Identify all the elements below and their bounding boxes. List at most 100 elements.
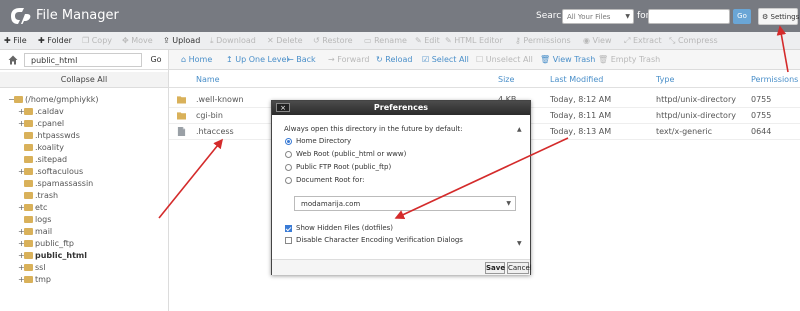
settings-label: Settings xyxy=(770,13,800,21)
close-icon[interactable]: × xyxy=(276,103,290,112)
column-header-size[interactable]: Size xyxy=(498,75,514,84)
reload-button[interactable]: ↻ Reload xyxy=(376,55,412,64)
extract-button[interactable]: ⤢ Extract xyxy=(624,36,662,46)
default-directory-intro: Always open this directory in the future… xyxy=(284,125,463,133)
select-all-button[interactable]: ☑ Select All xyxy=(422,55,469,64)
restore-button[interactable]: ↺ Restore xyxy=(313,36,353,45)
pencil-icon: ✎ xyxy=(445,36,455,45)
domain-select[interactable]: modamarija.com ▼ xyxy=(294,196,516,211)
tree-item-tmp[interactable]: + tmp xyxy=(18,275,51,287)
tree-item-softaculous[interactable]: + .softaculous xyxy=(18,167,83,179)
radio-web-root[interactable] xyxy=(285,151,292,158)
up-one-level-button[interactable]: ↥ Up One Level xyxy=(226,55,289,64)
new-file-button[interactable]: ✚ File xyxy=(4,36,27,45)
column-header-type[interactable]: Type xyxy=(656,75,674,84)
chevron-down-icon: ▼ xyxy=(506,200,511,207)
tree-item-ssl[interactable]: + ssl xyxy=(18,263,46,275)
folder-icon xyxy=(24,180,33,187)
cpanel-logo-icon[interactable] xyxy=(8,5,32,27)
compress-button[interactable]: ⤡ Compress xyxy=(669,36,718,46)
collapse-all-button[interactable]: Collapse All xyxy=(0,72,168,88)
column-header-permissions[interactable]: Permissions xyxy=(751,75,798,84)
radio-label: Web Root (public_html or www) xyxy=(296,150,407,158)
view-trash-button[interactable]: 🗑 View Trash xyxy=(540,55,595,64)
file-modified: Today, 8:12 AM xyxy=(550,95,612,104)
file-modified: Today, 8:13 AM xyxy=(550,127,612,136)
search-scope-select[interactable]: All Your Files ▼ xyxy=(562,9,634,24)
rename-icon: ▭ xyxy=(364,36,375,45)
folder-icon xyxy=(24,216,33,223)
radio-public-ftp-root[interactable] xyxy=(285,164,292,171)
tree-item-home[interactable]: − (/home/gmphiykk) xyxy=(8,95,99,107)
folder-icon xyxy=(177,112,186,120)
search-go-button[interactable]: Go xyxy=(733,9,751,24)
radio-document-root[interactable] xyxy=(285,177,292,184)
tree-item-etc[interactable]: + etc xyxy=(18,203,47,215)
edit-button[interactable]: ✎ Edit xyxy=(415,36,440,45)
tree-item-koality[interactable]: .koality xyxy=(18,143,64,155)
home-icon: ⌂ xyxy=(181,55,189,64)
tree-item-public-html[interactable]: + public_html xyxy=(18,251,87,263)
folder-icon xyxy=(177,96,186,104)
disable-encoding-verification-checkbox[interactable] xyxy=(285,237,292,244)
download-button[interactable]: ⤓ Download xyxy=(210,36,256,46)
folder-icon xyxy=(24,192,33,199)
dialog-footer: Save Cancel xyxy=(272,259,532,275)
main-toolbar: ✚ File ✚ Folder ❐ Copy ✥ Move ⇪ Upload ⤓… xyxy=(0,32,800,50)
new-folder-button[interactable]: ✚ Folder xyxy=(38,36,72,45)
folder-icon xyxy=(14,96,23,103)
scroll-down-icon[interactable]: ▼ xyxy=(517,240,522,247)
table-header: Name Size Last Modified Type Permissions xyxy=(169,72,800,88)
back-button[interactable]: ← Back xyxy=(287,55,316,64)
file-modified: Today, 8:11 AM xyxy=(550,111,612,120)
column-header-last-modified[interactable]: Last Modified xyxy=(550,75,603,84)
tree-item-trash[interactable]: .trash xyxy=(18,191,58,203)
tree-item-sitepad[interactable]: .sitepad xyxy=(18,155,67,167)
rename-button[interactable]: ▭ Rename xyxy=(364,36,407,45)
file-name: cgi-bin xyxy=(196,111,223,120)
show-hidden-files-checkbox[interactable] xyxy=(285,225,292,232)
checkbox-empty-icon: ☐ xyxy=(476,55,486,64)
tree-item-logs[interactable]: logs xyxy=(18,215,51,227)
column-header-name[interactable]: Name xyxy=(196,75,220,84)
tree-item-htpasswds[interactable]: .htpasswds xyxy=(18,131,80,143)
delete-button[interactable]: ✕ Delete xyxy=(267,36,303,45)
dialog-title: Preferences xyxy=(272,101,530,115)
tree-item-cpanel[interactable]: + .cpanel xyxy=(18,119,64,131)
scroll-up-icon[interactable]: ▲ xyxy=(517,126,522,133)
restore-icon: ↺ xyxy=(313,36,323,45)
radio-home-directory[interactable] xyxy=(285,138,292,145)
sidebar-divider[interactable] xyxy=(168,50,169,311)
path-go-button[interactable]: Go xyxy=(146,53,166,67)
save-button[interactable]: Save xyxy=(485,262,505,274)
tree-item-mail[interactable]: + mail xyxy=(18,227,52,239)
move-button[interactable]: ✥ Move xyxy=(122,36,153,45)
folder-icon xyxy=(24,276,33,283)
empty-trash-button[interactable]: 🗑 Empty Trash xyxy=(598,55,660,64)
domain-value: modamarija.com xyxy=(301,200,361,208)
trash-icon: 🗑 xyxy=(598,55,611,64)
tree-item-spamassassin[interactable]: .spamassassin xyxy=(18,179,93,191)
cancel-button[interactable]: Cancel xyxy=(507,262,532,274)
search-input[interactable] xyxy=(648,9,730,24)
unselect-all-button[interactable]: ☐ Unselect All xyxy=(476,55,533,64)
move-icon: ✥ xyxy=(122,36,132,45)
upload-button[interactable]: ⇪ Upload xyxy=(163,36,200,45)
permissions-button[interactable]: ⚷ Permissions xyxy=(515,36,571,45)
settings-button[interactable]: ⚙ Settings xyxy=(758,8,800,25)
expand-icon: ⤢ xyxy=(624,36,633,45)
view-button[interactable]: ◉ View xyxy=(583,36,612,45)
dialog-body: Always open this directory in the future… xyxy=(272,115,530,259)
home-button[interactable]: ⌂ Home xyxy=(181,55,212,64)
trash-icon: 🗑 xyxy=(540,55,553,64)
radio-label: Home Directory xyxy=(296,137,352,145)
tree-item-caldav[interactable]: + .caldav xyxy=(18,107,64,119)
path-input[interactable]: public_html xyxy=(24,53,142,67)
home-icon[interactable] xyxy=(8,55,18,65)
folder-icon xyxy=(24,204,33,211)
forward-button[interactable]: → Forward xyxy=(328,55,369,64)
tree-item-public-ftp[interactable]: + public_ftp xyxy=(18,239,74,251)
copy-button[interactable]: ❐ Copy xyxy=(82,36,112,45)
folder-icon xyxy=(24,240,33,247)
html-editor-button[interactable]: ✎ HTML Editor xyxy=(445,36,503,45)
